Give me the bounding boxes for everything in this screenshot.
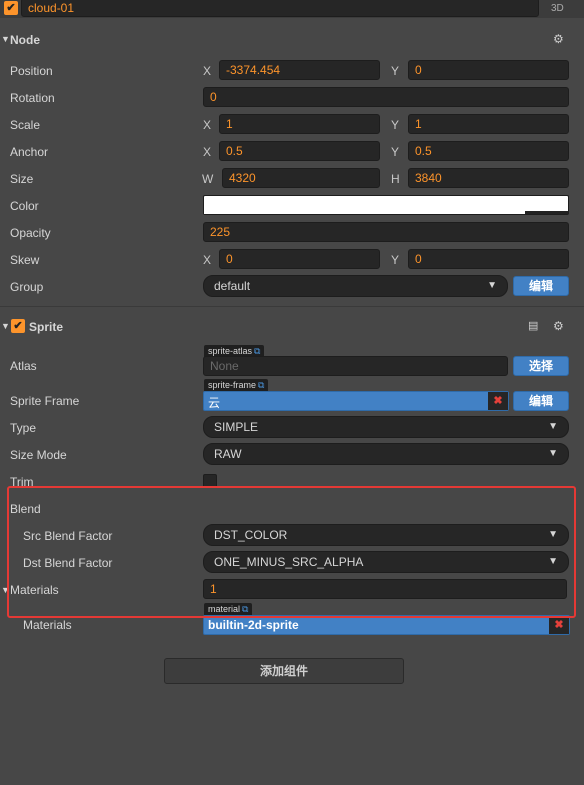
sprite-enabled-checkbox[interactable]: ✔ <box>11 319 25 333</box>
type-select[interactable]: SIMPLE ▼ <box>203 416 569 438</box>
atlas-label: Atlas <box>10 359 37 373</box>
add-component-button[interactable]: 添加组件 <box>164 658 404 684</box>
material-value: builtin-2d-sprite <box>208 618 299 632</box>
node-section-title: Node <box>10 33 40 47</box>
collapse-arrow-icon[interactable]: ▼ <box>1 34 10 44</box>
size-h-axis: H <box>391 172 400 186</box>
atlas-input[interactable]: None <box>203 356 508 376</box>
section-divider <box>0 306 584 307</box>
skew-y-input[interactable]: 0 <box>408 249 569 269</box>
highlight-box <box>7 486 576 618</box>
sprite-frame-edit-button[interactable]: 编辑 <box>513 391 569 411</box>
dropdown-arrow-icon: ▼ <box>548 421 558 432</box>
sprite-frame-tag-label: sprite-frame <box>208 380 257 390</box>
clear-icon[interactable]: ✖ <box>488 392 508 410</box>
atlas-select-button[interactable]: 选择 <box>513 356 569 376</box>
node-active-checkbox[interactable]: ✔ <box>4 1 18 15</box>
sprite-section-title: Sprite <box>29 320 64 334</box>
scale-y-axis: Y <box>391 118 400 132</box>
clear-icon[interactable]: ✖ <box>549 616 569 634</box>
skew-x-axis: X <box>203 253 212 267</box>
sprite-atlas-tag-label: sprite-atlas <box>208 346 253 356</box>
anchor-label: Anchor <box>10 145 49 159</box>
anchor-x-axis: X <box>203 145 212 159</box>
position-y-axis: Y <box>391 64 400 78</box>
dropdown-arrow-icon: ▼ <box>487 280 497 291</box>
scale-y-input[interactable]: 1 <box>408 114 569 134</box>
sprite-frame-value: 云 <box>208 396 221 410</box>
scale-x-axis: X <box>203 118 212 132</box>
color-swatch[interactable] <box>203 195 569 215</box>
size-w-axis: W <box>202 172 214 186</box>
top-bar: ✔ cloud-01 3D <box>0 0 584 18</box>
size-mode-value: RAW <box>214 447 242 461</box>
type-label: Type <box>10 421 37 435</box>
anchor-y-input[interactable]: 0.5 <box>408 141 569 161</box>
gear-icon[interactable]: ⚙ <box>553 32 564 46</box>
rotation-input[interactable]: 0 <box>203 87 569 107</box>
node-section-header[interactable]: ▼ Node ⚙ <box>0 28 584 52</box>
alpha-bar-remainder <box>525 211 569 214</box>
gear-icon[interactable]: ⚙ <box>553 319 564 333</box>
sprite-frame-tag: sprite-frame ⧉ <box>204 379 269 391</box>
material-input[interactable]: builtin-2d-sprite ✖ <box>203 615 570 635</box>
sprite-section-header[interactable]: ▼ ✔ Sprite ▤ ⚙ <box>0 315 584 339</box>
position-x-input[interactable]: -3374.454 <box>219 60 380 80</box>
size-mode-select[interactable]: RAW ▼ <box>203 443 569 465</box>
size-w-input[interactable]: 4320 <box>222 168 380 188</box>
skew-x-input[interactable]: 0 <box>219 249 380 269</box>
anchor-y-axis: Y <box>391 145 400 159</box>
atlas-placeholder: None <box>210 359 239 373</box>
opacity-input[interactable]: 225 <box>203 222 569 242</box>
type-value: SIMPLE <box>214 420 259 434</box>
skew-label: Skew <box>10 253 40 267</box>
anchor-x-input[interactable]: 0.5 <box>219 141 380 161</box>
group-label: Group <box>10 280 44 294</box>
sprite-frame-label: Sprite Frame <box>10 394 80 408</box>
sprite-frame-input[interactable]: 云 ✖ <box>203 391 509 411</box>
book-icon[interactable]: ▤ <box>528 319 538 332</box>
collapse-arrow-icon[interactable]: ▼ <box>1 321 10 331</box>
rotation-label: Rotation <box>10 91 55 105</box>
color-label: Color <box>10 199 39 213</box>
skew-y-axis: Y <box>391 253 400 267</box>
size-h-input[interactable]: 3840 <box>408 168 569 188</box>
scale-x-input[interactable]: 1 <box>219 114 380 134</box>
position-label: Position <box>10 64 53 78</box>
size-mode-label: Size Mode <box>10 448 67 462</box>
external-link-icon[interactable]: ⧉ <box>258 380 264 390</box>
mode-label: 3D <box>551 3 564 14</box>
dropdown-arrow-icon: ▼ <box>548 448 558 459</box>
external-link-icon[interactable]: ⧉ <box>254 346 260 356</box>
group-select[interactable]: default ▼ <box>203 275 508 297</box>
position-x-axis: X <box>203 64 212 78</box>
scale-label: Scale <box>10 118 41 132</box>
node-name-input[interactable]: cloud-01 <box>21 0 539 17</box>
opacity-label: Opacity <box>10 226 51 240</box>
position-y-input[interactable]: 0 <box>408 60 569 80</box>
group-edit-button[interactable]: 编辑 <box>513 276 569 296</box>
materials-item-label: Materials <box>23 618 72 632</box>
alpha-bar <box>204 211 525 214</box>
group-value: default <box>214 279 251 293</box>
size-label: Size <box>10 172 34 186</box>
